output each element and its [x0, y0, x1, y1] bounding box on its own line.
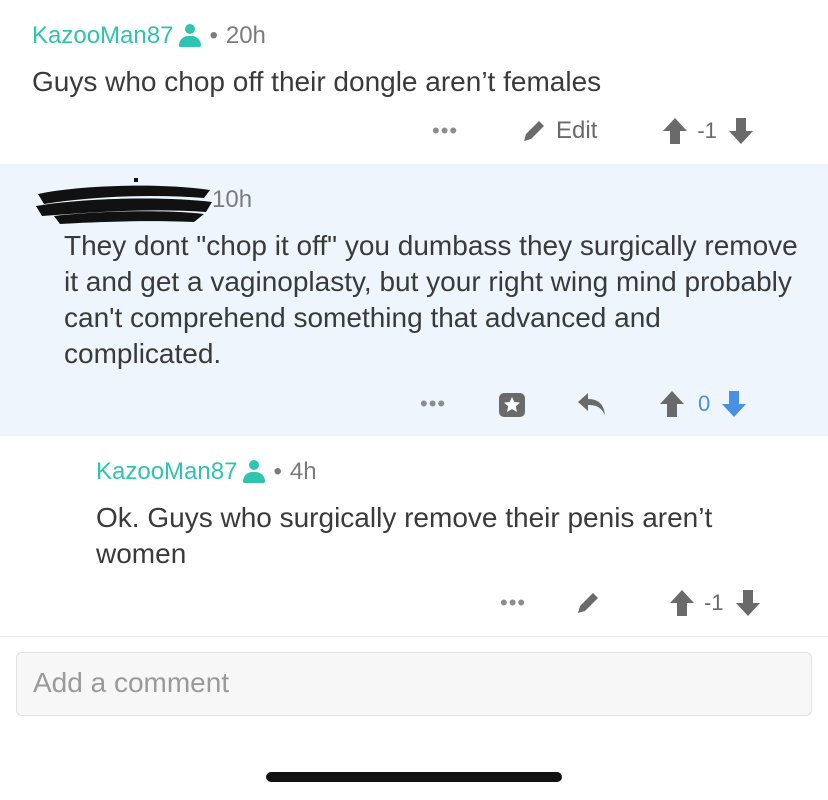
downvote-arrow-icon[interactable]	[727, 116, 755, 146]
comment-text: Ok. Guys who surgically remove their pen…	[96, 502, 713, 569]
score: -1	[704, 590, 724, 615]
comment-1: KazooMan87 • 20h Guys who chop off their…	[0, 0, 828, 164]
more-options-button[interactable]: •••	[500, 590, 560, 616]
award-icon[interactable]	[496, 388, 528, 420]
comment-actions: ••• -1	[500, 588, 762, 618]
person-icon	[241, 459, 267, 485]
comment-text: Guys who chop off their dongle aren’t fe…	[32, 66, 602, 97]
upvote-arrow-icon[interactable]	[668, 588, 696, 618]
home-indicator-bar[interactable]	[266, 772, 562, 782]
score: -1	[697, 118, 717, 143]
divider	[0, 636, 828, 637]
separator-dot: •	[273, 458, 282, 485]
timestamp: 20h	[225, 22, 266, 49]
score: 0	[698, 391, 711, 416]
redacted-username-scribble	[36, 178, 212, 224]
separator-dot: •	[209, 22, 218, 49]
username[interactable]: KazooMan87	[32, 22, 173, 50]
comment-meta: KazooMan87 • 20h	[32, 22, 266, 50]
add-comment-input[interactable]: Add a comment	[16, 652, 812, 716]
more-options-button[interactable]: •••	[420, 391, 480, 417]
reply-arrow-icon[interactable]	[576, 390, 608, 418]
comment-2: 10h They dont "chop it off" you dumbass …	[0, 164, 828, 436]
username[interactable]: KazooMan87	[96, 458, 237, 486]
downvote-arrow-icon[interactable]	[720, 389, 748, 419]
upvote-arrow-icon[interactable]	[658, 389, 686, 419]
comment-actions: ••• Edit -1	[432, 116, 755, 146]
pencil-icon[interactable]	[574, 589, 602, 617]
timestamp: 10h	[212, 186, 253, 213]
comment-meta: KazooMan87 • 4h	[96, 458, 317, 486]
timestamp: 4h	[289, 458, 317, 485]
upvote-arrow-icon[interactable]	[661, 116, 689, 146]
add-comment-placeholder: Add a comment	[33, 667, 230, 698]
edit-button[interactable]: Edit	[520, 117, 597, 145]
pencil-icon	[524, 121, 544, 141]
comment-meta: 10h	[212, 186, 252, 214]
edit-label: Edit	[556, 117, 598, 144]
downvote-arrow-icon[interactable]	[734, 588, 762, 618]
comment-text: They dont "chop it off" you dumbass they…	[64, 230, 798, 369]
person-icon	[177, 23, 203, 49]
comment-3: KazooMan87 • 4h Ok. Guys who surgically …	[0, 436, 828, 636]
more-options-button[interactable]: •••	[432, 118, 492, 144]
comment-actions: ••• 0	[420, 388, 748, 420]
